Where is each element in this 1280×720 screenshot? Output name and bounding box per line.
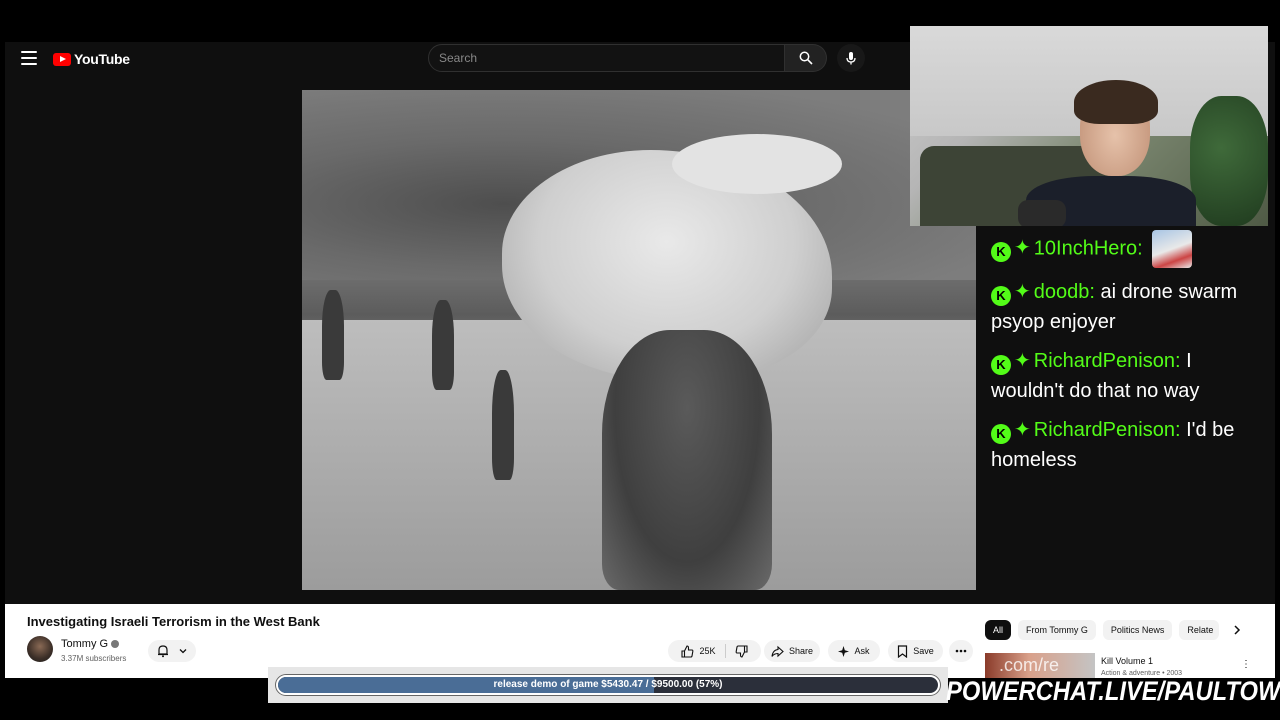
- chat-username: RichardPenison:: [1033, 350, 1181, 372]
- like-dislike-group: 25K: [668, 640, 761, 662]
- chat-message: K ✦ 10InchHero:: [991, 230, 1261, 268]
- thumbs-up-icon: [681, 644, 694, 658]
- video-player[interactable]: [302, 90, 976, 590]
- video-frame-person: [602, 330, 772, 590]
- brand-watermark: POWERCHAT.LIVE/PAULTOWN: [946, 676, 1280, 706]
- chip-all[interactable]: All: [985, 620, 1012, 640]
- subscriber-count: 3.37M subscribers: [61, 654, 127, 663]
- search-bar: [428, 44, 827, 72]
- hamburger-menu-icon[interactable]: [21, 51, 37, 65]
- sparkle-badge-icon: ✦: [1014, 281, 1031, 303]
- kick-badge-icon: K: [991, 355, 1011, 375]
- kick-badge-icon: K: [991, 424, 1011, 444]
- channel-avatar[interactable]: [27, 636, 53, 662]
- like-button[interactable]: 25K: [681, 644, 716, 658]
- search-button[interactable]: [785, 44, 827, 72]
- search-input[interactable]: [428, 44, 785, 72]
- chat-message: K ✦ doodb: ai drone swarm psyop enjoyer: [991, 277, 1261, 337]
- save-label: Save: [913, 646, 934, 656]
- webcam-overlay: [910, 26, 1268, 226]
- verified-icon: [111, 640, 120, 648]
- video-frame-figure: [322, 290, 344, 380]
- sparkle-badge-icon: ✦: [1014, 237, 1031, 260]
- dislike-button[interactable]: [735, 644, 748, 658]
- chat-message: K ✦ RichardPenison: I'd be homeless: [991, 415, 1261, 475]
- related-chips: All From Tommy G Politics News Relate: [985, 620, 1220, 640]
- chat-username: RichardPenison:: [1033, 419, 1181, 441]
- more-horizontal-icon: [955, 649, 967, 653]
- sparkle-badge-icon: ✦: [1014, 350, 1031, 372]
- search-icon: [799, 51, 813, 65]
- sparkle-icon: [838, 645, 850, 657]
- recommendation-thumbnail-text: .com/re: [999, 655, 1060, 675]
- share-icon: [771, 645, 784, 657]
- chip-related[interactable]: Relate: [1179, 620, 1220, 640]
- chat-username: 10InchHero:: [1033, 237, 1143, 260]
- more-actions-button[interactable]: [949, 640, 973, 662]
- kick-badge-icon: K: [991, 286, 1011, 306]
- kick-badge-icon: K: [991, 242, 1011, 263]
- recommendation-thumbnail[interactable]: .com/re: [985, 653, 1095, 678]
- webcam-streamer-hair: [1074, 80, 1158, 124]
- notifications-button[interactable]: [148, 640, 196, 662]
- sparkle-badge-icon: ✦: [1014, 419, 1031, 441]
- youtube-logo[interactable]: YouTube: [53, 51, 130, 67]
- share-button[interactable]: Share: [764, 640, 820, 662]
- save-button[interactable]: Save: [888, 640, 943, 662]
- chip-from-channel[interactable]: From Tommy G: [1018, 620, 1096, 640]
- video-frame-sack: [672, 134, 842, 194]
- chevron-down-icon: [179, 649, 187, 654]
- chip-politics-news[interactable]: Politics News: [1102, 620, 1173, 640]
- like-divider: [724, 644, 726, 658]
- voice-search-button[interactable]: [837, 44, 865, 72]
- webcam-plant: [1190, 96, 1268, 226]
- video-frame-figure: [492, 370, 514, 480]
- webcam-microphone: [1018, 200, 1066, 226]
- like-count: 25K: [699, 646, 716, 656]
- goal-text: release demo of game $5430.47 / $9500.00…: [493, 679, 723, 690]
- video-frame-figure: [432, 300, 454, 390]
- bookmark-icon: [898, 644, 908, 658]
- thumbs-down-icon: [735, 644, 748, 658]
- goal-track: release demo of game $5430.47 / $9500.00…: [276, 675, 940, 695]
- chat-message: K ✦ RichardPenison: I wouldn't do that no …: [991, 346, 1261, 406]
- chat-username: doodb:: [1033, 281, 1095, 303]
- channel-name[interactable]: Tommy G: [61, 638, 108, 650]
- channel-name-row[interactable]: Tommy G: [61, 638, 120, 650]
- share-label: Share: [788, 646, 814, 656]
- youtube-play-icon: [53, 52, 71, 66]
- emote-icon: [1152, 230, 1193, 268]
- video-title: Investigating Israeli Terrorism in the W…: [27, 614, 320, 629]
- donation-goal-bar: release demo of game $5430.47 / $9500.00…: [268, 667, 948, 703]
- microphone-icon: [846, 52, 856, 65]
- recommendation-title[interactable]: Kill Volume 1: [1101, 656, 1153, 666]
- stream-screen: YouTube Investigating Israeli Terr: [0, 0, 1280, 720]
- ask-button[interactable]: Ask: [828, 640, 880, 662]
- recommendation-more-icon[interactable]: ⋮: [1241, 659, 1251, 670]
- youtube-logo-text: YouTube: [74, 51, 130, 67]
- ask-label: Ask: [854, 646, 870, 656]
- chevron-right-icon[interactable]: [1231, 624, 1243, 636]
- bell-icon: [158, 645, 168, 658]
- chat-overlay: K ✦ 10InchHero: K ✦ doodb: ai drone swarm ps…: [991, 230, 1261, 484]
